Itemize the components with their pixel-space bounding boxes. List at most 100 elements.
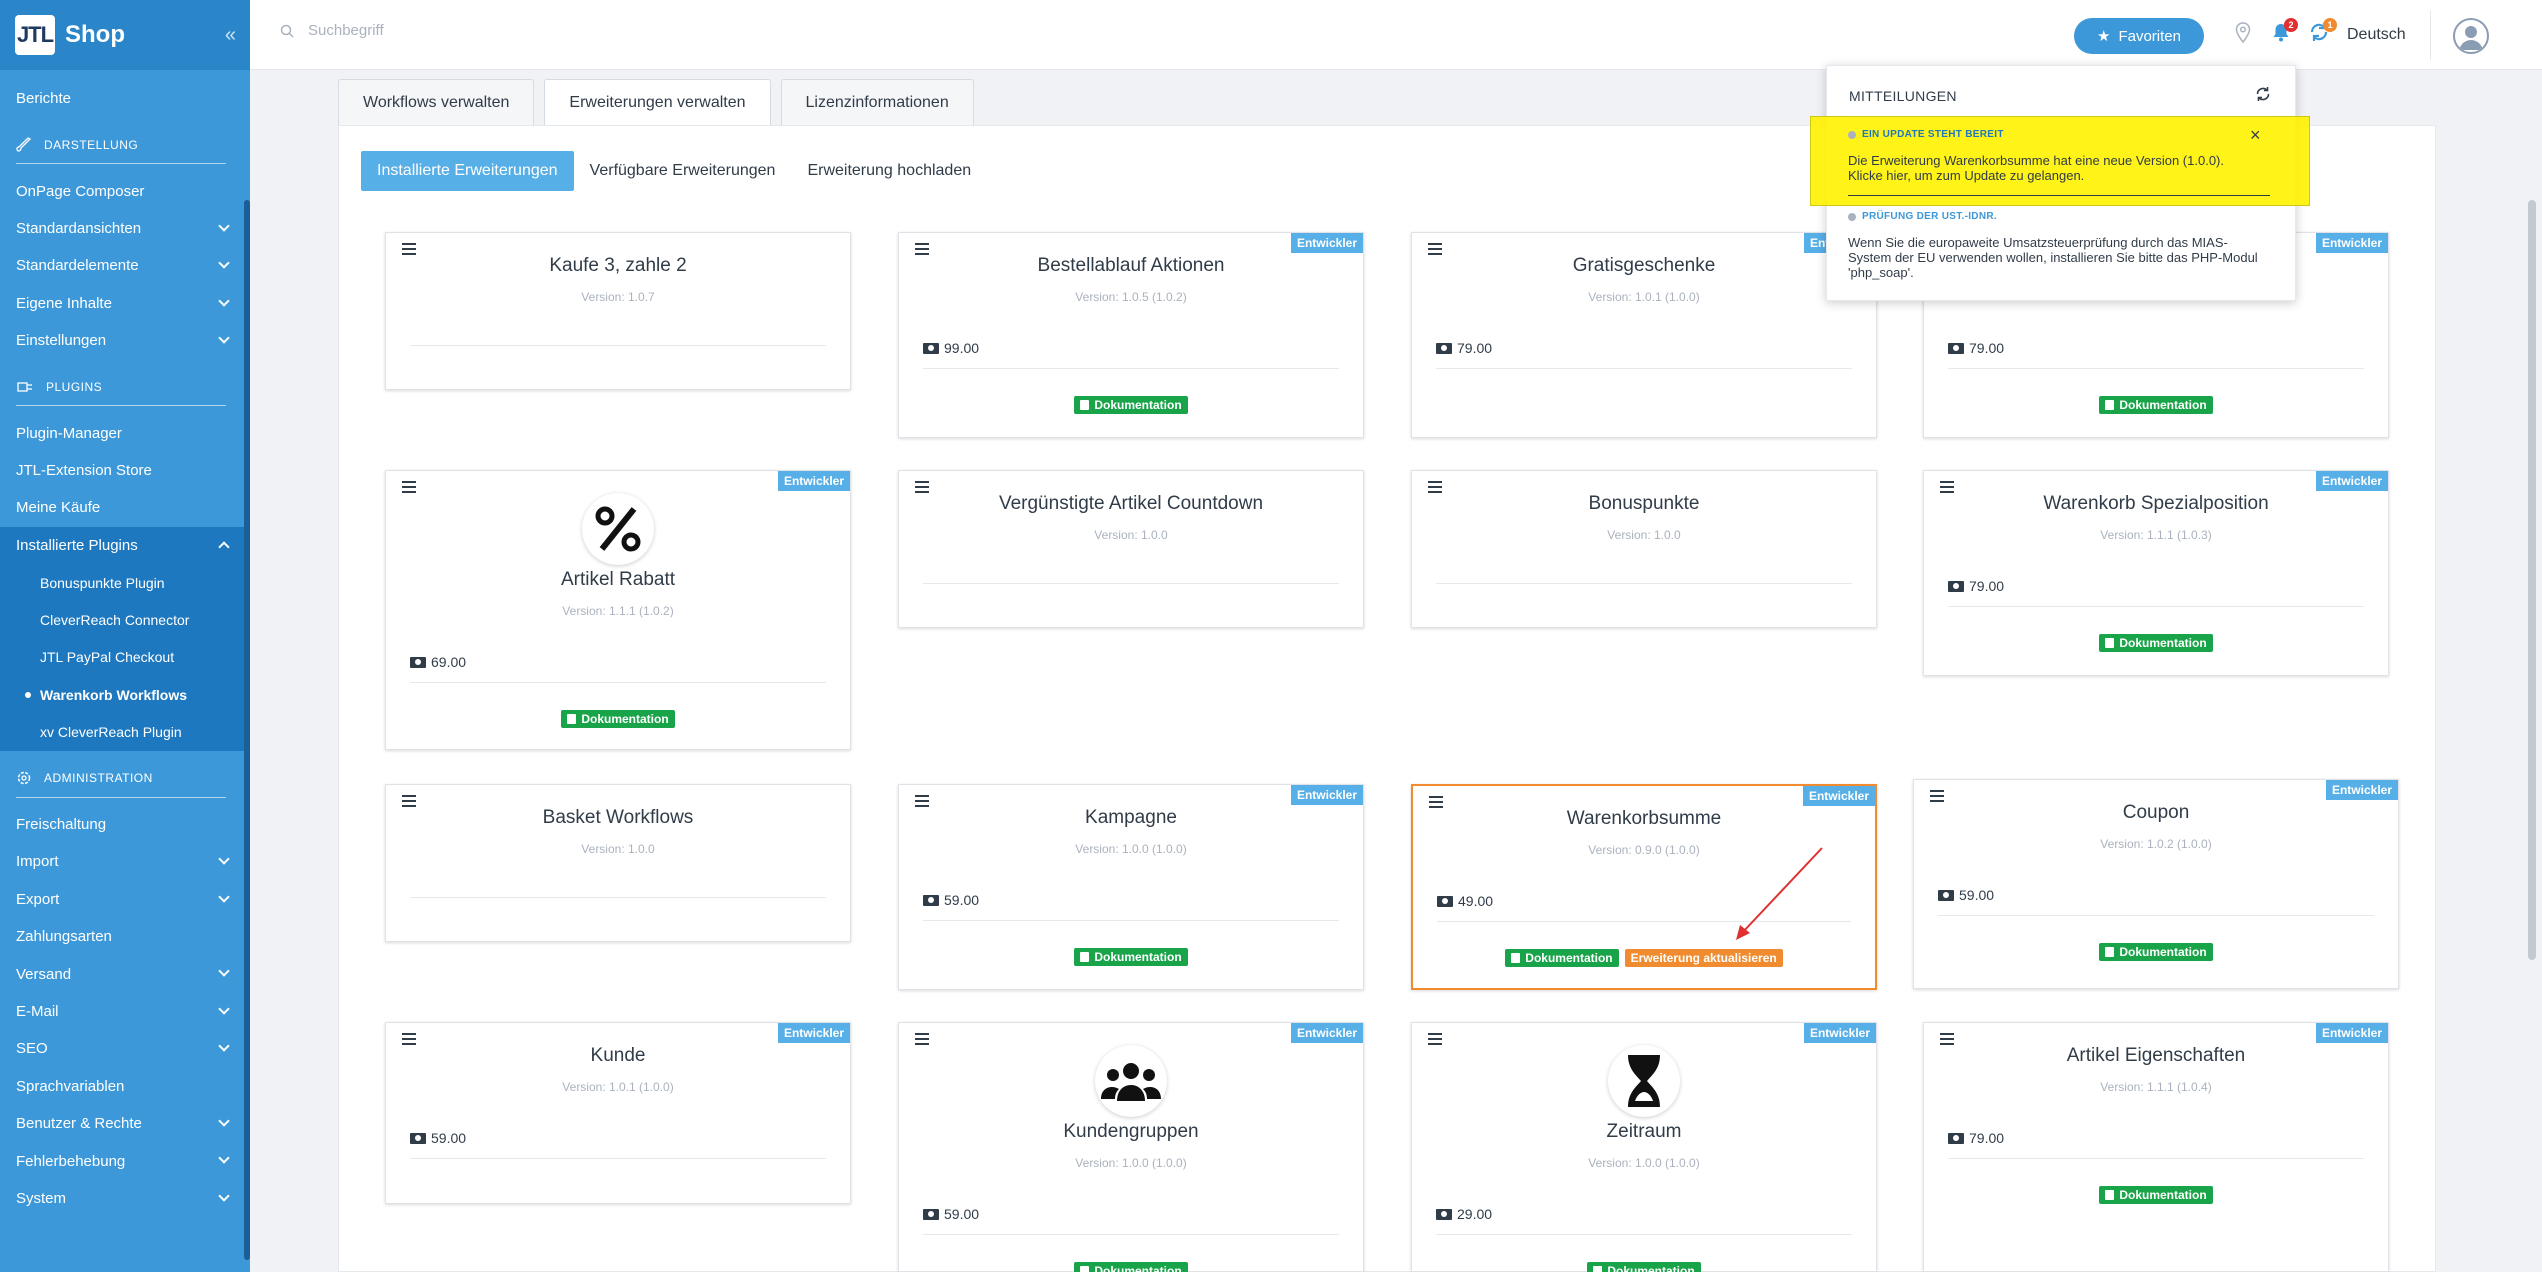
money-icon [923, 894, 939, 906]
sidebar-item-onpage-composer[interactable]: OnPage Composer [0, 172, 244, 209]
update-notification-heading: EIN UPDATE STEHT BEREIT [1848, 129, 2004, 140]
sidebar-item-zahlungsarten[interactable]: Zahlungsarten [0, 918, 244, 955]
vat-notification-heading: PRÜFUNG DER UST.-IDNR. [1848, 211, 1997, 222]
collapse-sidebar-icon[interactable]: « [225, 24, 236, 47]
sidebar-item-plugin-manager[interactable]: Plugin-Manager [0, 414, 244, 451]
extension-price: 99.00 [923, 340, 979, 356]
subtab-2[interactable]: Erweiterung hochladen [791, 151, 987, 191]
chevron-down-icon[interactable] [218, 1115, 230, 1127]
hamburger-menu-icon[interactable] [402, 481, 416, 496]
documentation-button[interactable]: Dokumentation [1074, 396, 1188, 414]
subtab-0[interactable]: Installierte Erweiterungen [361, 151, 574, 191]
card-divider [1436, 1234, 1852, 1235]
sidebar-item-versand[interactable]: Versand [0, 955, 244, 992]
sidebar-item-eigene-inhalte[interactable]: Eigene Inhalte [0, 285, 244, 322]
money-icon [1437, 895, 1453, 907]
sidebar-subitem-warenkorb-workflows[interactable]: Warenkorb Workflows [0, 676, 244, 714]
sidebar-subitem-cleverreach-connector[interactable]: CleverReach Connector [0, 601, 244, 639]
developer-badge: Entwickler [2315, 233, 2388, 253]
extension-price: 59.00 [410, 1130, 466, 1146]
chevron-down-icon[interactable] [218, 890, 230, 903]
card-divider [1938, 915, 2374, 916]
documentation-button[interactable]: Dokumentation [2099, 1186, 2213, 1204]
sidebar-item-berichte[interactable]: Berichte [0, 80, 244, 117]
tab-2[interactable]: Lizenzinformationen [780, 79, 974, 125]
chevron-down-icon[interactable] [218, 1040, 230, 1052]
user-avatar-icon[interactable] [2453, 18, 2489, 54]
sidebar-subitem-xv-cleverreach-plugin[interactable]: xv CleverReach Plugin [0, 713, 244, 751]
extension-title: Kampagne [1085, 807, 1177, 828]
chevron-down-icon[interactable] [218, 1003, 230, 1015]
sidebar-subitem-jtl-paypal-checkout[interactable]: JTL PayPal Checkout [0, 638, 244, 677]
sidebar-item-system[interactable]: System [0, 1180, 244, 1217]
location-pin-icon[interactable] [2235, 22, 2251, 49]
documentation-button[interactable]: Dokumentation [561, 710, 675, 728]
sidebar-label: PLUGINS [46, 379, 103, 394]
sidebar-item-meine-käufe[interactable]: Meine Käufe [0, 489, 244, 526]
hamburger-menu-icon[interactable] [1428, 1033, 1442, 1048]
documentation-label: Dokumentation [1094, 398, 1182, 412]
extension-card: Entwickler Kundengruppen Version: 1.0.0 (1… [898, 1022, 1364, 1272]
sidebar-item-import[interactable]: Import [0, 843, 244, 880]
close-icon[interactable]: × [2250, 125, 2261, 146]
hamburger-menu-icon[interactable] [915, 1033, 929, 1048]
sidebar-item-standardansichten[interactable]: Standardansichten [0, 210, 244, 247]
sidebar: JTL Shop « Berichte DARSTELLUNG OnPage Com… [0, 0, 250, 1272]
chevron-down-icon[interactable] [218, 332, 230, 344]
sidebar-scrollbar[interactable] [244, 200, 250, 1260]
update-notification-text[interactable]: Die Erweiterung Warenkorbsumme hat eine … [1848, 153, 2258, 183]
refresh-icon[interactable] [2255, 86, 2271, 107]
documentation-button[interactable]: Dokumentation [1074, 948, 1188, 966]
subtab-1[interactable]: Verfügbare Erweiterungen [574, 151, 792, 191]
extension-version: Version: 1.0.1 (1.0.0) [1588, 290, 1700, 304]
sidebar-label: Benutzer & Rechte [16, 1115, 142, 1133]
chevron-up-icon[interactable] [218, 540, 230, 553]
favorites-button[interactable]: ★ Favoriten [2074, 18, 2204, 54]
money-icon [1948, 1132, 1964, 1144]
chevron-down-icon[interactable] [218, 1152, 230, 1165]
tab-0[interactable]: Workflows verwalten [338, 79, 535, 125]
documentation-label: Dokumentation [2119, 1188, 2207, 1202]
chevron-down-icon[interactable] [218, 220, 230, 232]
money-icon [923, 342, 939, 354]
search-field[interactable]: Suchbegriff [280, 22, 384, 39]
chevron-down-icon[interactable] [218, 257, 230, 269]
extension-price: 79.00 [1948, 578, 2004, 594]
chevron-down-icon[interactable] [218, 1190, 230, 1202]
topbar: Suchbegriff ★ Favoriten 2 1 Deutsch [250, 0, 2542, 70]
sidebar-item-freischaltung[interactable]: Freischaltung [0, 806, 244, 843]
sidebar-item-fehlerbehebung[interactable]: Fehlerbehebung [0, 1142, 244, 1179]
sidebar-item-einstellungen[interactable]: Einstellungen [0, 322, 244, 359]
sidebar-item-seo[interactable]: SEO [0, 1030, 244, 1067]
sidebar-item-sprachvariablen[interactable]: Sprachvariablen [0, 1068, 244, 1105]
documentation-button[interactable]: Dokumentation [2099, 634, 2213, 652]
documentation-button[interactable]: Dokumentation [1074, 1262, 1188, 1272]
page-scrollbar[interactable] [2528, 200, 2536, 960]
sidebar-item-e-mail[interactable]: E-Mail [0, 993, 244, 1030]
bell-icon[interactable]: 2 [2272, 18, 2298, 47]
documentation-button[interactable]: Dokumentation [1587, 1262, 1701, 1272]
language-selector[interactable]: Deutsch [2347, 26, 2406, 44]
sidebar-item-benutzer-rechte[interactable]: Benutzer & Rechte [0, 1105, 244, 1142]
chevron-down-icon[interactable] [218, 294, 230, 307]
tab-1[interactable]: Erweiterungen verwalten [544, 79, 771, 126]
extension-price: 59.00 [923, 892, 979, 908]
card-divider [923, 368, 1339, 369]
jtl-logo[interactable]: JTL [15, 15, 55, 55]
sync-icon[interactable]: 1 [2309, 18, 2337, 47]
extension-card: Entwickler Kunde Version: 1.0.1 (1.0.0) 59.… [385, 1022, 851, 1204]
sidebar-item-standardelemente[interactable]: Standardelemente [0, 247, 244, 284]
vat-notification-text[interactable]: Wenn Sie die europaweite Umsatzsteuerprü… [1848, 235, 2268, 280]
sidebar-item-installierte-plugins[interactable]: Installierte Plugins [0, 526, 244, 564]
sidebar-label: Import [16, 853, 59, 871]
sidebar-item-export[interactable]: Export [0, 881, 244, 918]
documentation-button[interactable]: Dokumentation [1505, 949, 1619, 967]
sidebar-item-jtl-extension-store[interactable]: JTL-Extension Store [0, 452, 244, 489]
sidebar-subitem-bonuspunkte-plugin[interactable]: Bonuspunkte Plugin [0, 563, 244, 602]
chevron-down-icon[interactable] [218, 853, 230, 865]
update-extension-button[interactable]: Erweiterung aktualisieren [1624, 949, 1783, 967]
documentation-button[interactable]: Dokumentation [2099, 396, 2213, 414]
documentation-button[interactable]: Dokumentation [2099, 943, 2213, 961]
chevron-down-icon[interactable] [218, 965, 230, 978]
sidebar-label: CleverReach Connector [40, 611, 190, 628]
